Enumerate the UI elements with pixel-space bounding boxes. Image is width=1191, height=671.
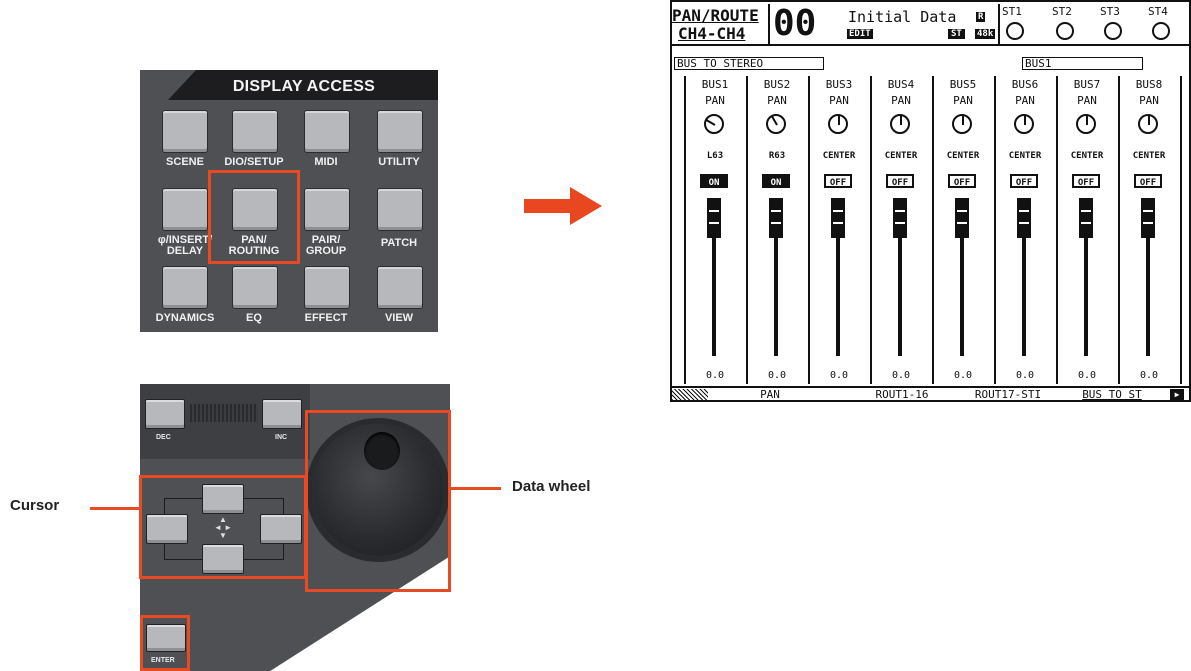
cursor-callout-line [90,507,140,510]
wheel-callout: Data wheel [512,478,591,495]
cursor-callout: Cursor [10,497,60,514]
scene-key[interactable] [162,110,208,153]
dio-setup-key[interactable] [232,110,278,153]
data-wheel-highlight [305,410,451,592]
inc-button[interactable] [262,399,302,429]
pair-group-key[interactable] [304,188,350,231]
dynamics-key[interactable] [162,266,208,309]
effect-key[interactable] [304,266,350,309]
utility-key[interactable] [377,110,423,153]
view-key-label: VIEW [384,312,414,324]
arrow-right-icon [524,199,572,213]
lcd-screen: PAN/ROUTE CH4-CH4 00 Initial Data EDIT R… [670,0,1191,402]
wheel-callout-line [451,487,501,490]
view-key[interactable] [377,266,423,309]
insert-delay-key[interactable] [162,188,208,231]
dec-button[interactable] [145,399,185,429]
midi-key[interactable] [304,110,350,153]
lcd-frame [670,0,1191,402]
arrow-head-icon [570,187,602,225]
display-access-title: DISPLAY ACCESS [232,78,376,95]
dec-inc-grille [190,404,258,422]
pan-routing-highlight [208,170,300,264]
patch-key-label: PATCH [380,237,418,249]
dec-label: DEC [156,434,171,441]
cursor-highlight [139,475,307,579]
eq-key[interactable] [232,266,278,309]
inc-label: INC [275,434,288,441]
enter-highlight [140,615,190,671]
patch-key[interactable] [377,188,423,231]
utility-key-label: UTILITY [378,156,420,168]
